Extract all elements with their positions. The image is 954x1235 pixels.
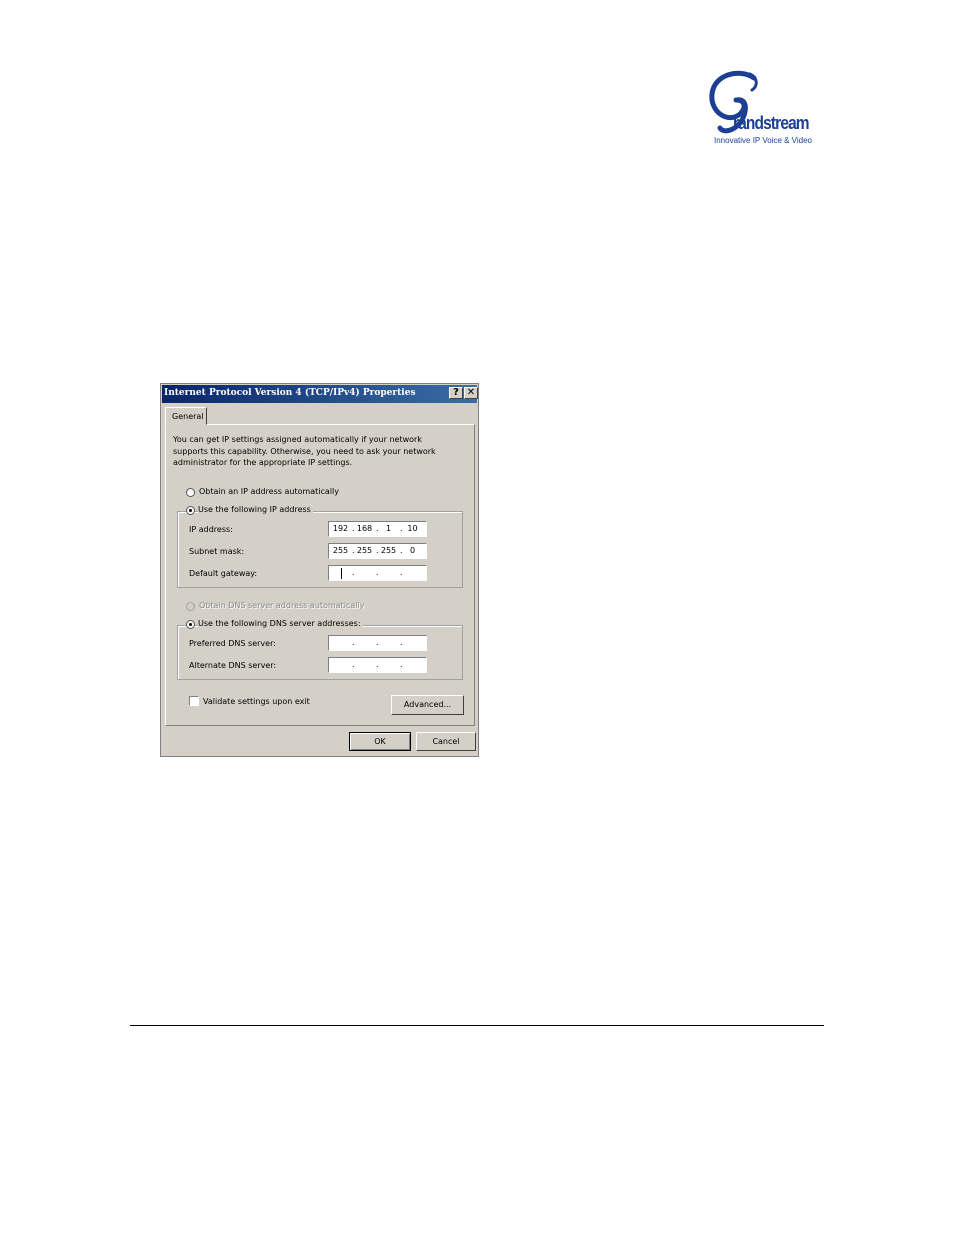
- octet-separator: .: [376, 638, 379, 647]
- ip-octet-1: 192: [332, 524, 349, 533]
- octet-separator: .: [376, 568, 379, 577]
- octet-separator: .: [376, 660, 379, 669]
- close-button[interactable]: ✕: [464, 387, 478, 399]
- octet-separator: .: [400, 568, 403, 577]
- alternate-dns-label: Alternate DNS server:: [189, 661, 277, 670]
- ip-octet-2: 168: [356, 524, 373, 533]
- subnet-octet-2: 255: [356, 546, 373, 555]
- text-caret: [341, 568, 342, 579]
- subnet-mask-label: Subnet mask:: [189, 547, 245, 556]
- use-following-dns-radio[interactable]: [186, 620, 195, 629]
- tab-general-label: General: [172, 412, 204, 421]
- brand-name: randstream: [733, 113, 810, 133]
- description-text: You can get IP settings assigned automat…: [173, 435, 436, 467]
- octet-separator: .: [376, 546, 379, 555]
- alternate-dns-field[interactable]: . . .: [328, 657, 427, 673]
- ip-address-field[interactable]: 192 . 168 . 1 . 10: [328, 521, 427, 537]
- obtain-dns-auto-radio[interactable]: [186, 602, 195, 611]
- help-button[interactable]: ?: [449, 387, 463, 399]
- advanced-button[interactable]: Advanced...: [391, 695, 464, 715]
- subnet-octet-1: 255: [332, 546, 349, 555]
- default-gateway-field[interactable]: . . .: [328, 565, 427, 581]
- default-gateway-label: Default gateway:: [189, 569, 258, 578]
- ip-address-label: IP address:: [189, 525, 233, 534]
- octet-separator: .: [352, 568, 355, 577]
- title-bar[interactable]: Internet Protocol Version 4 (TCP/IPv4) P…: [162, 385, 478, 403]
- validate-settings-checkbox[interactable]: [189, 696, 199, 706]
- dialog-title: Internet Protocol Version 4 (TCP/IPv4) P…: [164, 388, 416, 398]
- preferred-dns-label: Preferred DNS server:: [189, 639, 276, 648]
- ip-octet-4: 10: [407, 524, 418, 533]
- obtain-ip-auto-radio[interactable]: [186, 488, 195, 497]
- octet-separator: .: [400, 638, 403, 647]
- octet-separator: .: [400, 524, 403, 533]
- octet-separator: .: [376, 524, 379, 533]
- subnet-octet-4: 0: [409, 546, 416, 555]
- subnet-mask-field[interactable]: 255 . 255 . 255 . 0: [328, 543, 427, 559]
- octet-separator: .: [352, 546, 355, 555]
- validate-settings-label[interactable]: Validate settings upon exit: [203, 697, 310, 706]
- tab-general[interactable]: General: [165, 407, 207, 425]
- octet-separator: .: [352, 638, 355, 647]
- obtain-dns-auto-label[interactable]: Obtain DNS server address automatically: [199, 601, 364, 610]
- use-following-ip-label[interactable]: Use the following IP address: [198, 505, 313, 514]
- octet-separator: .: [352, 524, 355, 533]
- brand-tagline: Innovative IP Voice & Video: [714, 136, 812, 145]
- grandstream-logo: randstream Innovative IP Voice & Video: [706, 68, 826, 148]
- ok-button[interactable]: OK: [349, 732, 411, 751]
- preferred-dns-field[interactable]: . . .: [328, 635, 427, 651]
- obtain-ip-auto-label[interactable]: Obtain an IP address automatically: [199, 487, 339, 496]
- octet-separator: .: [352, 660, 355, 669]
- use-following-dns-label[interactable]: Use the following DNS server addresses:: [198, 619, 363, 628]
- octet-separator: .: [400, 546, 403, 555]
- footer-divider: [130, 1025, 824, 1026]
- tcp-ipv4-properties-dialog: Internet Protocol Version 4 (TCP/IPv4) P…: [160, 383, 479, 757]
- use-following-ip-radio[interactable]: [186, 506, 195, 515]
- subnet-octet-3: 255: [380, 546, 397, 555]
- octet-separator: .: [400, 660, 403, 669]
- ip-octet-3: 1: [385, 524, 392, 533]
- cancel-button[interactable]: Cancel: [416, 732, 476, 751]
